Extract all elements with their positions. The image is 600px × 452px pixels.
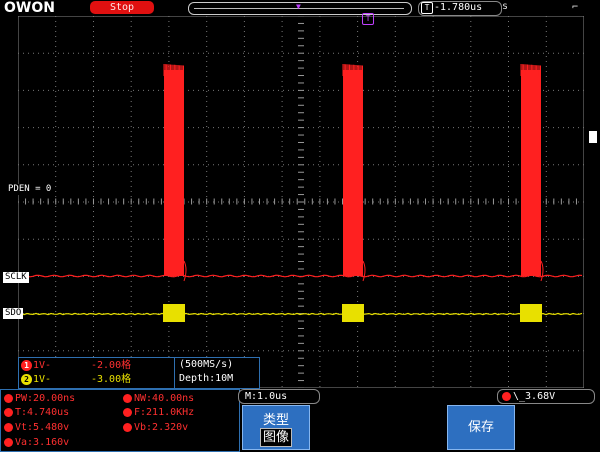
measure-f-value: F:211.0KHz <box>134 407 195 418</box>
channel-2-offset: -3.00格 <box>91 374 132 385</box>
pden-label: PDEN = 0 <box>6 184 54 195</box>
softkey-blank <box>310 405 447 450</box>
sdo-burst-2 <box>342 304 364 322</box>
measurement-panel: PW:20.00ns NW:40.00ns T:4.740us F:211.0K… <box>0 389 240 452</box>
measure-t: T:4.740us <box>4 406 69 419</box>
run-stop-status[interactable]: Stop <box>90 1 154 14</box>
measure-vt: Vt:5.480v <box>4 421 69 434</box>
measure-dot-icon <box>4 437 13 447</box>
record-depth: Depth:10M <box>179 373 234 384</box>
measure-nw-value: NW:40.00ns <box>134 393 195 404</box>
sclk-burst-2 <box>343 70 363 276</box>
type-softkey[interactable]: 类型 图像 <box>242 405 310 450</box>
sclk-label: SCLK <box>3 272 29 283</box>
brand-logo: OWON <box>4 0 55 16</box>
type-softkey-value: 图像 <box>260 428 292 447</box>
measure-dot-icon <box>4 407 13 417</box>
sdo-label: SDO <box>3 308 24 319</box>
measure-va-value: Va:3.160v <box>15 437 70 448</box>
waveform-display[interactable] <box>18 16 584 388</box>
measure-dot-icon <box>123 407 132 417</box>
trigger-position-readout: -1.780us <box>434 2 483 13</box>
channel-2-coupling: 1V- <box>33 374 52 385</box>
measure-pw-value: PW:20.00ns <box>15 393 76 404</box>
measure-dot-icon <box>4 393 13 403</box>
sclk-burst-3 <box>521 70 541 276</box>
trigger-level-value: \_3.68V <box>513 391 556 402</box>
measure-t-value: T:4.740us <box>15 407 70 418</box>
type-softkey-label: 类型 <box>262 413 289 428</box>
measure-dot-icon <box>123 393 132 403</box>
measure-dot-icon <box>123 422 132 432</box>
measure-va: Va:3.160v <box>4 436 69 449</box>
measure-pw: PW:20.00ns <box>4 392 75 405</box>
timeline-marker-icon: ▼ <box>296 2 301 11</box>
trigger-position-suffix: s <box>502 1 509 12</box>
timebase-readout[interactable]: M:1.0us <box>238 389 320 404</box>
menu-corner-icon[interactable]: ⌐ <box>572 2 578 13</box>
save-softkey[interactable]: 保存 <box>447 405 515 450</box>
trigger-level-readout[interactable]: \_3.68V <box>497 389 595 404</box>
channel-1-info[interactable]: 1 1V- -2.00格 <box>21 359 173 373</box>
measure-vb: Vb:2.320v <box>123 421 188 434</box>
sample-rate: (500MS/s) <box>179 359 234 370</box>
measure-f: F:211.0KHz <box>123 406 194 419</box>
channel-info-panel: 1 1V- -2.00格 2 1V- -3.00格 <box>18 357 176 389</box>
channel-1-badge: 1 <box>21 359 32 371</box>
measure-dot-icon <box>4 422 13 432</box>
trigger-time-marker-icon: T <box>362 13 374 25</box>
measure-vt-value: Vt:5.480v <box>15 422 70 433</box>
sdo-burst-3 <box>520 304 542 322</box>
measure-vb-value: Vb:2.320v <box>134 422 189 433</box>
trigger-level-marker <box>589 131 597 143</box>
measure-nw: NW:40.00ns <box>123 392 194 405</box>
channel-2-badge: 2 <box>21 373 32 385</box>
softkey-blank-right <box>515 405 600 450</box>
channel-1-coupling: 1V- <box>33 360 52 371</box>
acquisition-panel: (500MS/s) Depth:10M <box>174 357 260 389</box>
trigger-source-icon <box>502 391 511 401</box>
channel-1-offset: -2.00格 <box>91 360 132 371</box>
sclk-burst-1 <box>164 70 184 276</box>
sdo-burst-1 <box>163 304 185 322</box>
trigger-position-icon: T <box>421 2 433 14</box>
channel-2-info[interactable]: 2 1V- -3.00格 <box>21 373 173 387</box>
